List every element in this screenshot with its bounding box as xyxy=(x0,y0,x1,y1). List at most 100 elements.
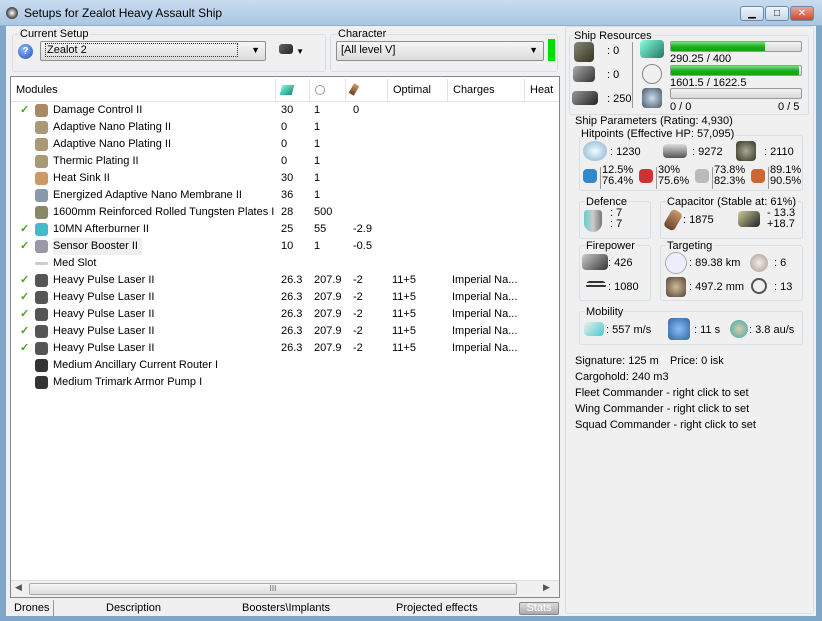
column-header-heat[interactable]: Heat xyxy=(525,79,561,101)
module-name: Adaptive Nano Plating II xyxy=(53,138,172,150)
module-icon xyxy=(35,325,48,338)
scroll-left-arrow[interactable]: ◀ xyxy=(15,582,22,593)
warp-speed-icon xyxy=(730,320,748,338)
active-check-icon[interactable]: ✓ xyxy=(20,102,29,119)
module-row[interactable]: Med Slot xyxy=(11,255,541,272)
module-powergrid: 207.9 xyxy=(314,308,342,320)
column-header-modules[interactable]: Modules xyxy=(11,79,276,101)
align-time-icon xyxy=(668,318,690,340)
module-row[interactable]: Medium Trimark Armor Pump I xyxy=(11,374,541,391)
module-optimal: 11+5 xyxy=(392,274,416,286)
character-select[interactable]: [All level V] ▼ xyxy=(336,41,544,61)
module-name: Heavy Pulse Laser II xyxy=(53,274,155,286)
module-cpu: 26.3 xyxy=(281,291,303,303)
armor-hp: : 9272 xyxy=(692,146,723,158)
column-header-powergrid[interactable] xyxy=(310,79,346,101)
capacitor-delta-2: +18.7 xyxy=(767,218,795,230)
ship-dropdown-icon[interactable]: ▼ xyxy=(279,44,307,58)
module-row[interactable]: Energized Adaptive Nano Membrane II 36 1 xyxy=(11,187,541,204)
active-check-icon[interactable]: ✓ xyxy=(20,289,29,306)
minimize-button[interactable]: ▁ xyxy=(740,6,764,21)
module-icon xyxy=(35,240,48,253)
max-velocity: : 557 m/s xyxy=(606,324,652,336)
column-header-optimal[interactable]: Optimal xyxy=(388,79,448,101)
module-cpu: 36 xyxy=(281,189,294,201)
horizontal-scrollbar[interactable]: ◀ III ▶ xyxy=(11,580,559,597)
module-powergrid: 1 xyxy=(314,189,321,201)
module-row[interactable]: Medium Ancillary Current Router I xyxy=(11,357,541,374)
dps-value: : 426 xyxy=(608,257,633,269)
module-powergrid: 500 xyxy=(314,206,333,218)
defence-group: Defence : 7 : 7 xyxy=(579,196,651,239)
tab-boosters-implants[interactable]: Boosters\Implants xyxy=(242,600,330,616)
active-check-icon[interactable]: ✓ xyxy=(20,306,29,323)
active-check-icon[interactable]: ✓ xyxy=(20,238,29,255)
module-row[interactable]: Adaptive Nano Plating II 0 1 xyxy=(11,119,541,136)
module-row[interactable]: ✓ Heavy Pulse Laser II 26.3 207.9 -2 11+5 Impe… xyxy=(11,340,541,357)
resist-armor-value: 82.3% xyxy=(714,175,746,187)
module-capacitor: -2 xyxy=(353,274,363,286)
module-icon xyxy=(35,206,48,219)
tab-stats[interactable]: Stats xyxy=(519,602,559,615)
module-row[interactable]: ✓ Heavy Pulse Laser II 26.3 207.9 -2 11+5 Impe… xyxy=(11,306,541,323)
module-name: Medium Ancillary Current Router I xyxy=(53,359,219,371)
tab-drones[interactable]: Drones xyxy=(14,600,49,616)
module-row[interactable]: ✓ Heavy Pulse Laser II 26.3 207.9 -2 11+5 Impe… xyxy=(11,323,541,340)
hitpoints-group: Hitpoints (Effective HP: 57,095) : 1230 … xyxy=(579,128,803,191)
module-row[interactable]: ✓ Heavy Pulse Laser II 26.3 207.9 -2 11+5 Impe… xyxy=(11,289,541,306)
module-cpu: 28 xyxy=(281,206,294,218)
module-icon xyxy=(35,189,48,202)
module-name: Med Slot xyxy=(53,257,97,269)
active-check-icon[interactable]: ✓ xyxy=(20,340,29,357)
module-name: Thermic Plating II xyxy=(53,155,139,167)
drone-bay-value: : 250 xyxy=(607,93,632,105)
module-powergrid: 1 xyxy=(314,104,321,116)
scroll-right-arrow[interactable]: ▶ xyxy=(543,582,550,593)
column-header-charges[interactable]: Charges xyxy=(448,79,525,101)
fleet-commander[interactable]: Fleet Commander - right click to set xyxy=(575,387,749,399)
module-row[interactable]: Heat Sink II 30 1 xyxy=(11,170,541,187)
module-row[interactable]: ✓ Heavy Pulse Laser II 26.3 207.9 -2 11+5 Impe… xyxy=(11,272,541,289)
resist-type-icon xyxy=(583,169,597,183)
module-name: 1600mm Reinforced Rolled Tungsten Plates… xyxy=(53,206,275,218)
close-button[interactable]: ✕ xyxy=(790,6,814,21)
module-row[interactable]: Adaptive Nano Plating II 0 1 xyxy=(11,136,541,153)
squad-commander[interactable]: Squad Commander - right click to set xyxy=(575,419,756,431)
module-optimal: 11+5 xyxy=(392,291,416,303)
maximize-button[interactable]: □ xyxy=(765,6,789,21)
module-name: Adaptive Nano Plating II xyxy=(53,121,172,133)
powergrid-icon xyxy=(642,64,662,84)
tab-description[interactable]: Description xyxy=(106,600,161,616)
module-row[interactable]: 1600mm Reinforced Rolled Tungsten Plates… xyxy=(11,204,541,221)
setup-select[interactable]: Zealot 2 ▼ xyxy=(40,41,266,61)
scrollbar-thumb[interactable]: III xyxy=(29,583,517,595)
column-header-cpu[interactable] xyxy=(276,79,310,101)
capacitor-group: Capacitor (Stable at: 61%) : 1875 - 13.3… xyxy=(660,196,803,239)
active-check-icon[interactable]: ✓ xyxy=(20,323,29,340)
module-capacitor: -0.5 xyxy=(353,240,372,252)
module-row[interactable]: ✓ Damage Control II 30 1 0 xyxy=(11,102,541,119)
warp-speed: : 3.8 au/s xyxy=(749,324,795,336)
resist-type-icon xyxy=(639,169,653,183)
module-cpu: 26.3 xyxy=(281,342,303,354)
active-check-icon[interactable]: ✓ xyxy=(20,221,29,238)
module-icon xyxy=(35,359,48,372)
module-powergrid: 207.9 xyxy=(314,274,342,286)
module-row[interactable]: ✓ 10MN Afterburner II 25 55 -2.9 xyxy=(11,221,541,238)
help-icon[interactable]: ? xyxy=(18,44,33,59)
column-header-capacitor[interactable] xyxy=(346,79,388,101)
module-name: Energized Adaptive Nano Membrane II xyxy=(53,189,242,201)
targeting-range-icon xyxy=(665,252,687,274)
signature: Signature: 125 m xyxy=(575,355,659,367)
ship-parameters-title: Ship Parameters (Rating: 4,930) xyxy=(575,115,733,127)
cpu-value: 290.25 / 400 xyxy=(670,53,732,65)
module-row[interactable]: ✓ Sensor Booster II 10 1 -0.5 xyxy=(11,238,541,255)
targeting-group: Targeting : 89.38 km : 6 : 497.2 mm : 13 xyxy=(660,240,803,301)
modules-list[interactable]: Modules Optimal Charges Heat ✓ Damage Con… xyxy=(10,76,560,598)
module-powergrid: 207.9 xyxy=(314,291,342,303)
module-row[interactable]: Thermic Plating II 0 1 xyxy=(11,153,541,170)
tab-projected-effects[interactable]: Projected effects xyxy=(396,600,478,616)
wing-commander[interactable]: Wing Commander - right click to set xyxy=(575,403,749,415)
active-check-icon[interactable]: ✓ xyxy=(20,272,29,289)
setup-value: Zealot 2 xyxy=(45,43,238,57)
